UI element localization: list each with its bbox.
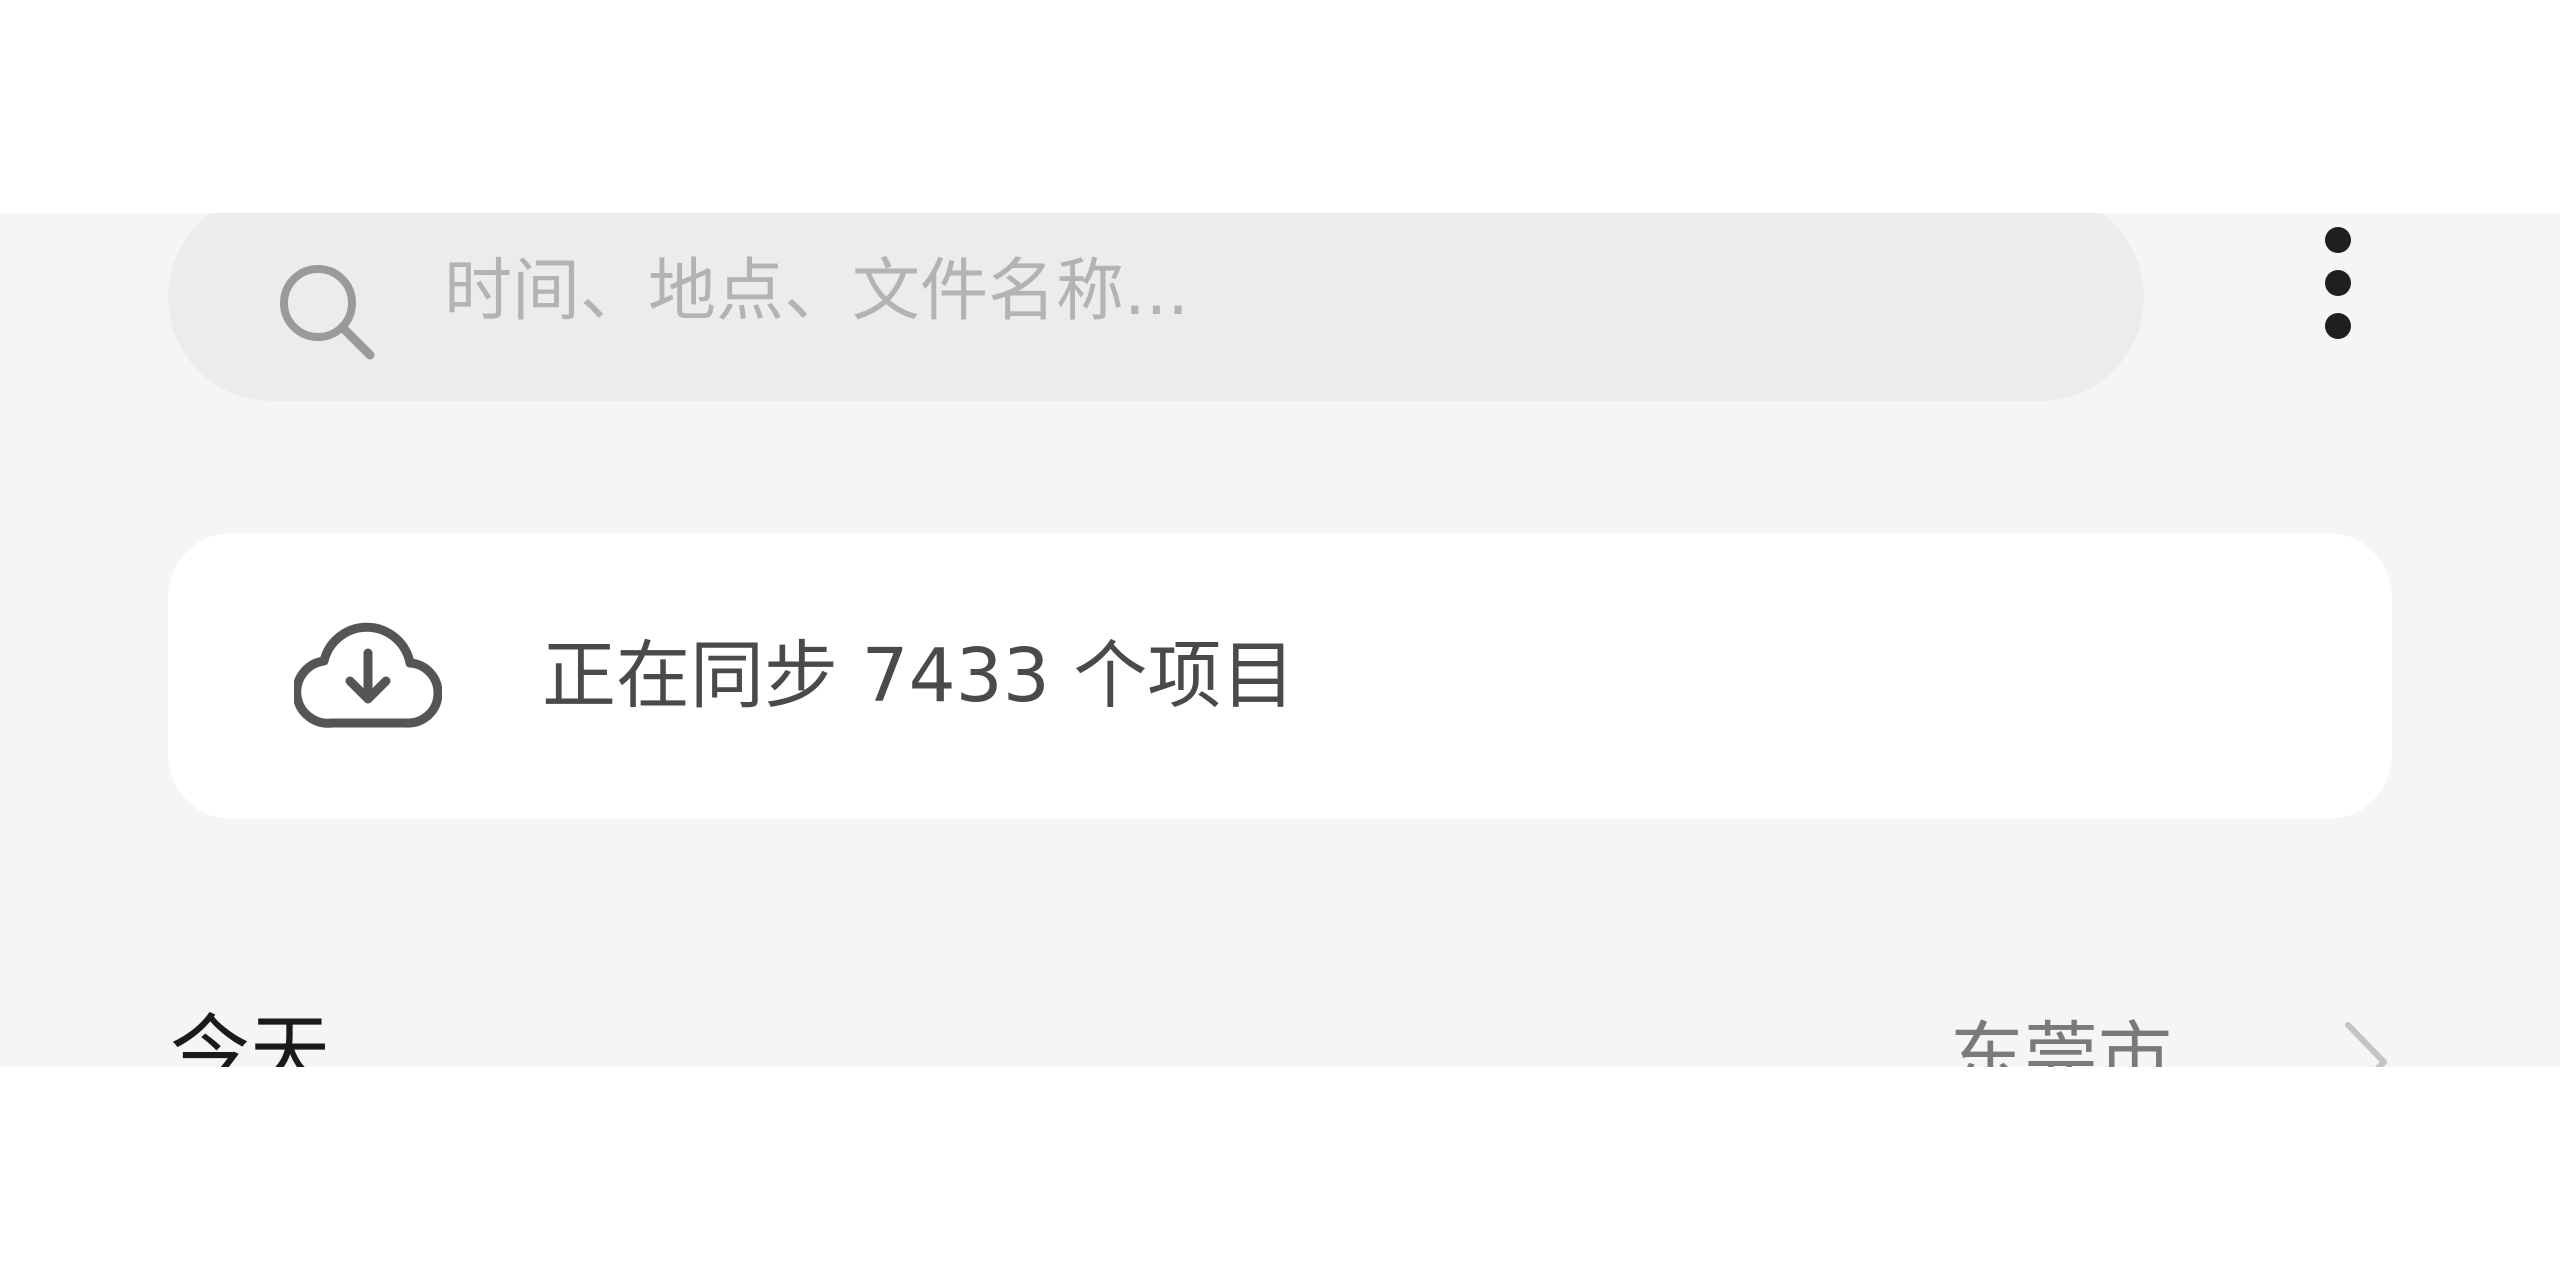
cloud-download-icon xyxy=(294,622,442,728)
chevron-right-icon xyxy=(2345,1022,2387,1067)
more-vertical-icon xyxy=(2325,227,2351,253)
more-options-button[interactable] xyxy=(2300,213,2376,353)
location-link[interactable]: 东莞市 xyxy=(1950,997,2390,1067)
sync-status-text: 正在同步 7433 个项目 xyxy=(542,633,1296,719)
sync-status-card[interactable]: 正在同步 7433 个项目 xyxy=(168,533,2392,819)
search-input-placeholder[interactable]: 时间、地点、文件名称... xyxy=(444,237,1189,347)
section-title-today: 今天 xyxy=(170,1006,330,1067)
location-label: 东莞市 xyxy=(1950,1014,2172,1067)
app-screen: 时间、地点、文件名称... 正在同步 7433 个项目 今天 东莞市 xyxy=(0,213,2560,1067)
search-icon xyxy=(280,265,375,360)
search-bar[interactable]: 时间、地点、文件名称... xyxy=(168,213,2144,401)
